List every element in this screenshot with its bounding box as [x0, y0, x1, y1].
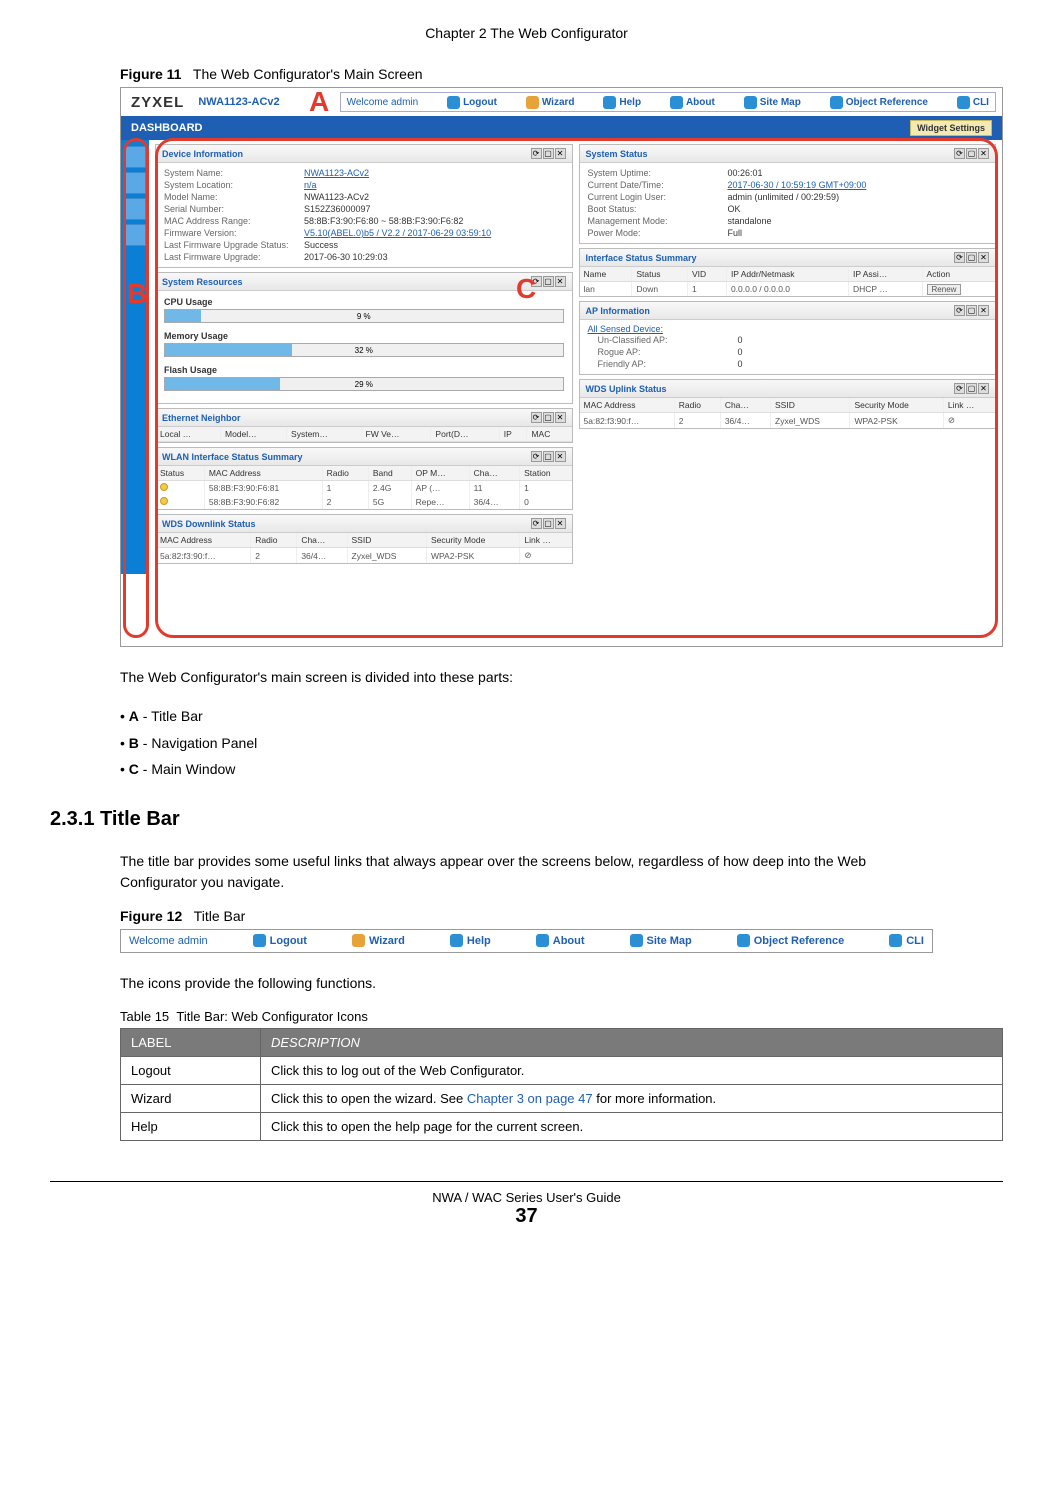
page-footer: NWA / WAC Series User's Guide 37 [50, 1181, 1003, 1228]
logout-icon [447, 96, 460, 109]
title-bar: ZYXEL NWA1123-ACv2 Welcome admin Logout … [121, 88, 1002, 116]
about-icon [670, 96, 683, 109]
guide-name: NWA / WAC Series User's Guide [50, 1190, 1003, 1205]
table-row: Help Click this to open the help page fo… [121, 1112, 1003, 1140]
widget-settings-button[interactable]: Widget Settings [910, 120, 992, 136]
cli-icon [889, 934, 902, 947]
objref-link[interactable]: Object Reference [830, 96, 928, 109]
welcome-text: Welcome admin [347, 97, 419, 108]
f12-wizard[interactable]: Wizard [352, 934, 405, 947]
main-screenshot: ZYXEL NWA1123-ACv2 Welcome admin Logout … [120, 87, 1003, 647]
parts-list: A - Title BarB - Navigation PanelC - Mai… [120, 703, 933, 783]
figure12-titlebar: Welcome admin Logout Wizard Help About S… [120, 929, 933, 953]
cli-link[interactable]: CLI [957, 96, 989, 109]
logout-link[interactable]: Logout [447, 96, 497, 109]
callout-a: A [309, 86, 329, 118]
about-link[interactable]: About [670, 96, 715, 109]
objref-icon [737, 934, 750, 947]
help-icon [450, 934, 463, 947]
about-icon [536, 934, 549, 947]
figure11-caption: Figure 11 The Web Configurator's Main Sc… [120, 66, 1003, 82]
figure12-caption: Figure 12 Title Bar [120, 908, 1003, 924]
col-desc: DESCRIPTION [261, 1028, 1003, 1056]
sitemap-icon [630, 934, 643, 947]
callout-ring-c [155, 138, 998, 638]
chapter-header: Chapter 2 The Web Configurator [50, 25, 1003, 41]
cli-icon [957, 96, 970, 109]
wizard-icon [526, 96, 539, 109]
dashboard-bar: DASHBOARD Widget Settings [121, 116, 1002, 140]
table15-caption: Table 15 Title Bar: Web Configurator Ico… [120, 1009, 1003, 1024]
f12-sitemap[interactable]: Site Map [630, 934, 692, 947]
icons-intro: The icons provide the following function… [120, 973, 933, 994]
figure11-text: The Web Configurator's Main Screen [193, 66, 423, 82]
wizard-link[interactable]: Wizard [526, 96, 575, 109]
f12-about[interactable]: About [536, 934, 585, 947]
table-row: Wizard Click this to open the wizard. Se… [121, 1084, 1003, 1112]
logout-icon [253, 934, 266, 947]
page-number: 37 [50, 1205, 1003, 1228]
sitemap-icon [744, 96, 757, 109]
intro-paragraph: The Web Configurator's main screen is di… [120, 667, 933, 688]
model-label: NWA1123-ACv2 [198, 96, 279, 108]
section-2-3-1-heading: 2.3.1 Title Bar [50, 808, 1003, 831]
section-2-3-1-text: The title bar provides some useful links… [120, 851, 933, 893]
dashboard-label: DASHBOARD [131, 122, 203, 134]
f12-welcome: Welcome admin [129, 935, 208, 947]
table-header-row: LABEL DESCRIPTION [121, 1028, 1003, 1056]
wizard-icon [352, 934, 365, 947]
help-icon [603, 96, 616, 109]
col-label: LABEL [121, 1028, 261, 1056]
chapter-link[interactable]: Chapter 3 on page 47 [467, 1091, 593, 1106]
help-link[interactable]: Help [603, 96, 641, 109]
f12-objref[interactable]: Object Reference [737, 934, 844, 947]
f12-logout[interactable]: Logout [253, 934, 307, 947]
figure12-label: Figure 12 [120, 908, 182, 924]
logo: ZYXEL [121, 94, 194, 111]
sitemap-link[interactable]: Site Map [744, 96, 801, 109]
objref-icon [830, 96, 843, 109]
titlebar-links: Welcome admin Logout Wizard Help About S… [340, 92, 996, 112]
figure11-label: Figure 11 [120, 66, 181, 82]
table-row: Logout Click this to log out of the Web … [121, 1056, 1003, 1084]
callout-ring-b [123, 138, 149, 638]
table15: LABEL DESCRIPTION Logout Click this to l… [120, 1028, 1003, 1141]
f12-cli[interactable]: CLI [889, 934, 924, 947]
figure12-text: Title Bar [194, 908, 246, 924]
f12-help[interactable]: Help [450, 934, 491, 947]
